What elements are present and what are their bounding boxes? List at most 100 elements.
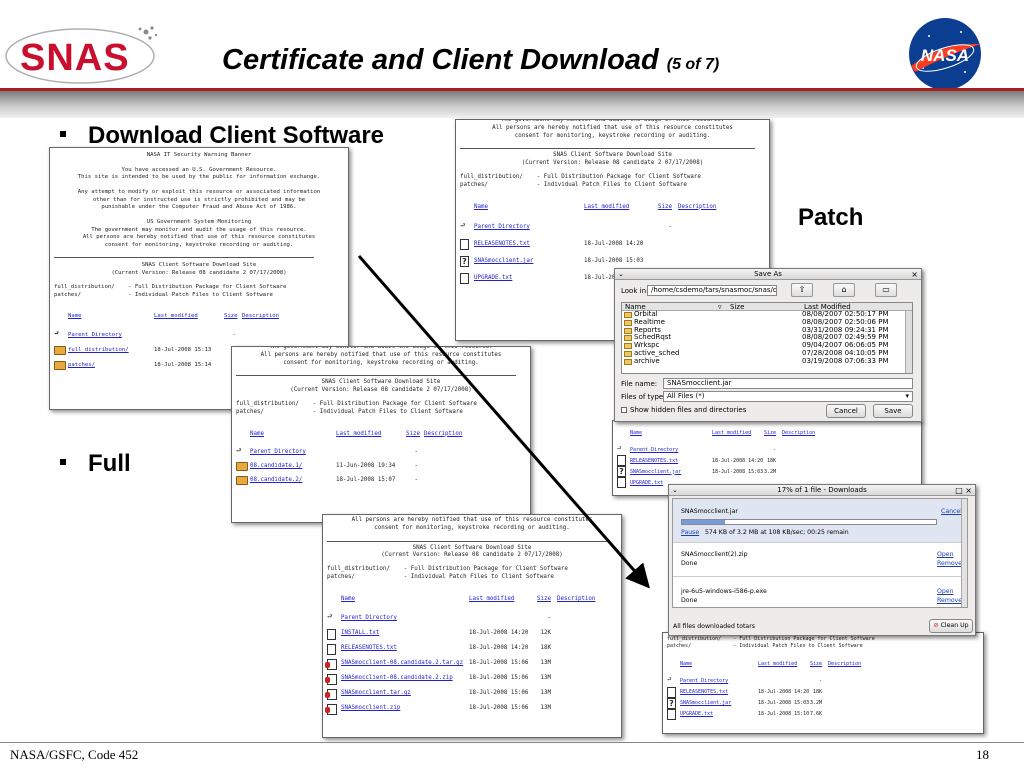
column-header-link[interactable]: Name	[250, 431, 264, 437]
file-link[interactable]: SNASmocclient.jar	[680, 700, 731, 706]
column-header-link[interactable]: Size	[810, 661, 822, 667]
close-icon[interactable]: ×	[911, 269, 918, 280]
file-link[interactable]: SNASmocclient.jar	[474, 258, 533, 264]
modified-cell: 18-Jul-2008 15:06	[469, 675, 529, 682]
file-link[interactable]: INSTALL.txt	[341, 630, 379, 636]
download-filename: jre-6u5-windows-i586-p.exe	[681, 588, 767, 595]
folder-icon	[624, 312, 632, 318]
column-header-link[interactable]: Name	[630, 430, 642, 436]
file-link[interactable]: SNASmocclient-08.candidate.2.zip	[341, 675, 453, 681]
column-header-link[interactable]: Last modified	[584, 204, 629, 210]
save-button[interactable]: Save	[873, 404, 913, 418]
clean-up-button[interactable]: ⊘ Clean Up	[929, 619, 973, 633]
file-link[interactable]: RELEASENOTES.txt	[341, 645, 397, 651]
column-header-link[interactable]: Name	[474, 204, 488, 210]
file-name-input[interactable]: SNASmocclient.jar	[663, 378, 913, 389]
column-header-link[interactable]: Size	[406, 431, 420, 437]
open-link[interactable]: Open	[937, 588, 954, 595]
column-header-link[interactable]: Name	[341, 596, 355, 602]
back-arrow-icon: ⮐	[54, 331, 60, 337]
cancel-download-link[interactable]: Cancel	[941, 508, 962, 515]
table-row: ⮐ Parent Directory -	[54, 329, 322, 344]
download-item[interactable]: jre-6u5-windows-i586-p.exe Done Open Rem…	[673, 577, 963, 607]
file-link[interactable]: UPGRADE.txt	[630, 480, 663, 486]
column-header-link[interactable]: Description	[242, 313, 279, 319]
version-text: (Current Version: Release 08 candidate 2…	[290, 387, 472, 394]
download-item[interactable]: SNASmocclient(2).zip Done Open Remove	[673, 543, 963, 577]
file-list[interactable]: Name ▿ Size Last Modified Orbital 08/08/2…	[621, 302, 913, 374]
column-header-link[interactable]: Size	[658, 204, 672, 210]
remove-link[interactable]: Remove	[937, 597, 962, 604]
file-link[interactable]: SNASmocclient.zip	[341, 705, 400, 711]
column-header-link[interactable]: Description	[557, 596, 595, 602]
modified-cell	[712, 445, 764, 455]
file-link[interactable]: Parent Directory	[68, 332, 122, 338]
column-header-link[interactable]: Last modified	[154, 313, 198, 319]
column-header-link[interactable]: Description	[424, 431, 462, 437]
column-header-link[interactable]: Last modified	[758, 661, 797, 667]
file-type-select[interactable]: All Files (*) ▾	[663, 391, 913, 402]
file-link[interactable]: Parent Directory	[474, 224, 530, 230]
directory-table: Name Last modified Size Description ⮐ Parent …	[325, 596, 607, 717]
up-folder-icon[interactable]: ⇧	[791, 283, 813, 297]
file-link[interactable]: RELEASENOTES.txt	[474, 241, 530, 247]
file-link[interactable]: SNASmocclient.jar	[630, 469, 681, 475]
close-icon[interactable]: □ ×	[955, 485, 972, 496]
file-link[interactable]: UPGRADE.txt	[680, 711, 713, 717]
file-link[interactable]: full_distribution/	[68, 347, 129, 353]
scrollbar[interactable]	[905, 311, 912, 373]
folder-icon	[624, 350, 632, 357]
window-menu-icon[interactable]: ⌄	[672, 485, 678, 496]
document-icon	[460, 273, 469, 285]
file-link[interactable]: SNASmocclient-08.candidate.2.tar.gz	[341, 660, 463, 666]
modified-cell: 11-Jun-2008 19:34	[336, 463, 396, 470]
archive-icon	[325, 673, 337, 685]
show-hidden-checkbox[interactable]	[621, 407, 627, 413]
column-header-link[interactable]: Description	[828, 661, 861, 667]
remove-link[interactable]: Remove	[937, 560, 962, 567]
download-item[interactable]: SNASmocclient.jar Cancel Pause 574 KB of…	[673, 499, 963, 543]
column-header-link[interactable]: Last modified	[712, 430, 751, 436]
file-link[interactable]: SNASmocclient.tar.gz	[341, 690, 411, 696]
home-icon[interactable]: ⌂	[833, 283, 855, 297]
column-header-link[interactable]: Description	[782, 430, 815, 436]
look-in-field[interactable]: /home/csdemo/tars/snasmoc/snas/dwareff	[647, 285, 777, 296]
column-header-link[interactable]: Name	[680, 661, 692, 667]
directory-table: Name Last modified Size Description ⮐ Parent …	[236, 431, 504, 489]
column-header-link[interactable]: Description	[678, 204, 716, 210]
file-link[interactable]: 08.candidate.1/	[250, 463, 302, 469]
cancel-button[interactable]: Cancel	[826, 404, 866, 418]
file-link[interactable]: Parent Directory	[341, 615, 397, 621]
file-link[interactable]: UPGRADE.txt	[474, 275, 512, 281]
file-link[interactable]: Parent Directory	[680, 678, 728, 684]
pause-link[interactable]: Pause	[681, 529, 699, 536]
size-cell: -	[414, 477, 419, 484]
size-cell: 3.2M	[810, 700, 823, 707]
column-header-link[interactable]: Size	[764, 430, 776, 436]
modified-cell: 18-Jul-2008 14:20	[584, 240, 644, 247]
file-link[interactable]: Parent Directory	[630, 447, 678, 453]
archive-icon	[325, 703, 337, 715]
column-header-link[interactable]: Name	[68, 313, 81, 319]
table-header: Name Last modified Size Description	[236, 431, 504, 447]
scrollbar[interactable]	[961, 499, 967, 607]
file-link[interactable]: patches/	[68, 362, 95, 368]
site-title: SNAS Client Software Download Site	[412, 544, 532, 551]
new-folder-icon[interactable]: ▭	[875, 283, 897, 297]
column-header-link[interactable]: Last modified	[336, 431, 381, 437]
file-link[interactable]: 08.candidate.2/	[250, 477, 302, 483]
file-link[interactable]: Parent Directory	[250, 449, 306, 455]
back-arrow-icon: ⮐	[236, 448, 242, 455]
modified-cell	[758, 676, 810, 687]
file-link[interactable]: RELEASENOTES.txt	[630, 458, 678, 464]
list-item[interactable]: archive 03/19/2008 07:06:33 PM	[622, 357, 912, 366]
column-header-link[interactable]: Last modified	[469, 596, 514, 602]
window-menu-icon[interactable]: ⌄	[618, 269, 624, 280]
size-cell	[658, 236, 678, 253]
open-link[interactable]: Open	[937, 551, 954, 558]
column-header-link[interactable]: Size	[224, 313, 237, 319]
column-header-link[interactable]: Size	[537, 596, 551, 602]
file-link[interactable]: RELEASENOTES.txt	[680, 689, 728, 695]
size-cell: -	[414, 463, 419, 470]
col-size[interactable]: Size	[730, 303, 744, 311]
